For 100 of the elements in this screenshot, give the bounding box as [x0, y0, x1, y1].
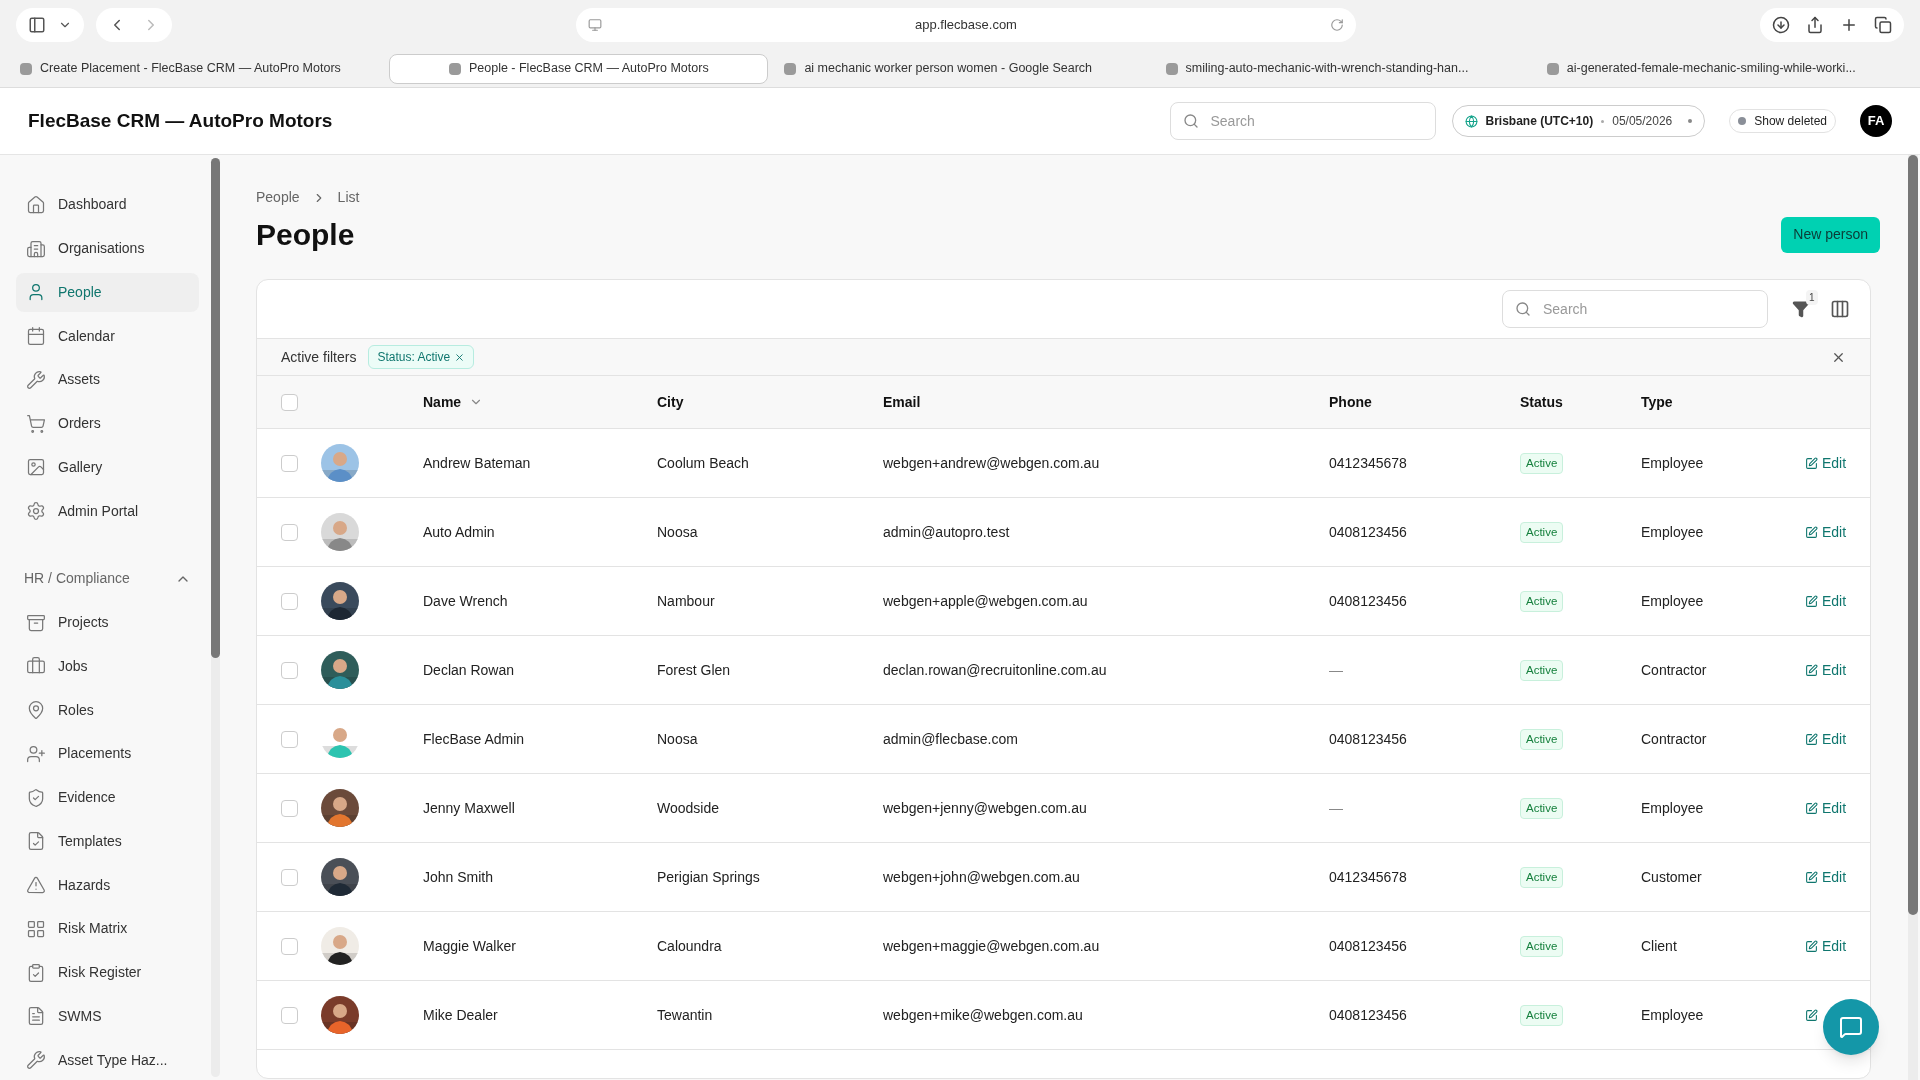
city-cell-text: Coolum Beach	[657, 453, 750, 473]
email-cell-text: webgen+maggie@webgen.com.au	[883, 936, 1101, 956]
city-cell-text: Tewantin	[657, 1005, 714, 1025]
row-checkbox[interactable]	[281, 592, 298, 610]
sidebar-item[interactable]: Asset Type Haz...	[16, 1040, 199, 1080]
sidebar-item[interactable]: Dashboard	[16, 185, 199, 225]
row-checkbox[interactable]	[281, 937, 298, 955]
sidebar-item[interactable]: Placements	[16, 734, 199, 774]
type-cell-text: Employee	[1641, 798, 1705, 818]
new-tab-icon[interactable]	[1840, 16, 1858, 34]
breadcrumb-link[interactable]: People	[256, 187, 300, 208]
address-bar[interactable]: app.flecbase.com	[576, 8, 1356, 42]
sidebar-item-icon	[26, 743, 46, 764]
sidebar-item[interactable]: Admin Portal	[16, 491, 199, 531]
sidebar-item-icon	[26, 369, 46, 390]
sidebar-item[interactable]: Risk Register	[16, 952, 199, 993]
name-cell-text: Jenny Maxwell	[423, 798, 516, 818]
browser-tab[interactable]: smiling-auto-mechanic-with-wrench-standing-han...	[1153, 53, 1531, 84]
edit-icon[interactable]	[1805, 594, 1818, 608]
name-cell-text: Declan Rowan	[423, 660, 516, 680]
edit-icon[interactable]	[1805, 870, 1818, 884]
scrollbar-thumb[interactable]	[211, 158, 220, 658]
new-person-button[interactable]: New person	[1781, 216, 1880, 253]
select-all-checkbox[interactable]	[281, 393, 298, 411]
edit-link[interactable]: Edit	[1822, 728, 1847, 750]
row-checkbox[interactable]	[281, 661, 298, 679]
email-cell-text: webgen+apple@webgen.com.au	[883, 591, 1089, 611]
user-avatar[interactable]: FA	[1860, 105, 1892, 137]
breadcrumb-current: List	[337, 188, 360, 207]
sidebar-item[interactable]: SWMS	[16, 996, 199, 1037]
section-header[interactable]: HR / Compliance	[16, 559, 199, 599]
scrollbar-thumb[interactable]	[1908, 155, 1918, 915]
sidebar-item[interactable]: Roles	[16, 690, 199, 730]
row-checkbox[interactable]	[281, 523, 298, 541]
sidebar-item[interactable]: Projects	[16, 602, 199, 643]
download-icon[interactable]	[1772, 16, 1790, 34]
row-checkbox[interactable]	[281, 730, 298, 748]
table-search-field[interactable]: Search	[1502, 290, 1768, 328]
name-cell-text: Andrew Bateman	[423, 453, 532, 473]
app-title: FlecBase CRM — AutoPro Motors	[28, 108, 334, 133]
sidebar-item[interactable]: Risk Matrix	[16, 909, 199, 949]
sidebar-item[interactable]: Jobs	[16, 646, 199, 687]
row-checkbox[interactable]	[281, 454, 298, 472]
browser-tab[interactable]: ai mechanic worker person women - Google Search	[772, 53, 1150, 84]
browser-tab[interactable]: Create Placement - FlecBase CRM — AutoPro Motors	[8, 53, 386, 84]
tab-overview-icon[interactable]	[1874, 16, 1892, 34]
sidebar-item[interactable]: Hazards	[16, 865, 199, 905]
sidebar-item[interactable]: Orders	[16, 403, 199, 444]
edit-icon[interactable]	[1805, 732, 1818, 746]
sidebar-item[interactable]: Assets	[16, 360, 199, 400]
edit-link[interactable]: Edit	[1822, 866, 1847, 888]
sidebar-item[interactable]: Evidence	[16, 777, 199, 818]
filter-chip[interactable]: Status: Active	[368, 345, 475, 369]
sidebar-item-icon	[26, 326, 46, 347]
sidebar-item-icon	[26, 875, 46, 896]
row-checkbox[interactable]	[281, 868, 298, 886]
edit-link[interactable]: Edit	[1822, 797, 1847, 819]
edit-icon[interactable]	[1805, 456, 1818, 470]
share-icon[interactable]	[1806, 16, 1824, 34]
edit-icon[interactable]	[1805, 801, 1818, 815]
email-cell-text: declan.rowan@recruitonline.com.au	[883, 660, 1108, 680]
browser-tab[interactable]: ai-generated-female-mechanic-smiling-while-worki...	[1534, 53, 1912, 84]
sidebar-item-icon	[26, 1006, 46, 1027]
filter-icon[interactable]	[1792, 300, 1810, 318]
edit-link[interactable]: Edit	[1822, 659, 1847, 681]
column-header: City	[657, 392, 684, 412]
edit-icon[interactable]	[1805, 1008, 1818, 1022]
search-field[interactable]: Search	[1169, 102, 1436, 140]
row-checkbox[interactable]	[281, 1006, 298, 1024]
sidebar-item[interactable]: Organisations	[16, 228, 199, 269]
row-checkbox[interactable]	[281, 799, 298, 817]
edit-icon[interactable]	[1805, 525, 1818, 539]
type-cell-text: Employee	[1641, 522, 1705, 542]
columns-icon[interactable]	[1830, 299, 1850, 319]
email-cell-text: webgen+mike@webgen.com.au	[883, 1005, 1084, 1025]
sidebar-item[interactable]: People	[16, 272, 199, 313]
edit-link[interactable]: Edit	[1822, 521, 1847, 543]
remove-filter-icon[interactable]	[454, 351, 466, 363]
email-cell-text: admin@autopro.test	[883, 522, 1011, 542]
column-header[interactable]: Name	[423, 391, 462, 413]
sidebar-item-icon	[26, 1050, 46, 1071]
edit-icon[interactable]	[1805, 663, 1818, 677]
sidebar-item[interactable]: Templates	[16, 821, 199, 862]
city-cell-text: Forest Glen	[657, 660, 732, 680]
active-filters-label: Active filters	[281, 347, 357, 367]
favicon-icon	[20, 62, 32, 75]
sidebar-item-icon	[26, 501, 46, 522]
sidebar-item[interactable]: Gallery	[16, 447, 199, 488]
name-cell-text: Dave Wrench	[423, 591, 509, 611]
reload-icon[interactable]	[1330, 18, 1344, 32]
browser-tab[interactable]: People - FlecBase CRM — AutoPro Motors	[389, 53, 769, 84]
type-cell-text: Client	[1641, 936, 1678, 956]
edit-link[interactable]: Edit	[1822, 590, 1847, 612]
edit-link[interactable]: Edit	[1822, 935, 1847, 957]
edit-link[interactable]: Edit	[1822, 452, 1847, 474]
sidebar-item[interactable]: Calendar	[16, 316, 199, 356]
name-cell-text: John Smith	[423, 867, 495, 887]
edit-icon[interactable]	[1805, 939, 1818, 953]
email-cell-text: webgen+john@webgen.com.au	[883, 867, 1081, 887]
sidebar-toggle-icon[interactable]	[28, 16, 46, 34]
